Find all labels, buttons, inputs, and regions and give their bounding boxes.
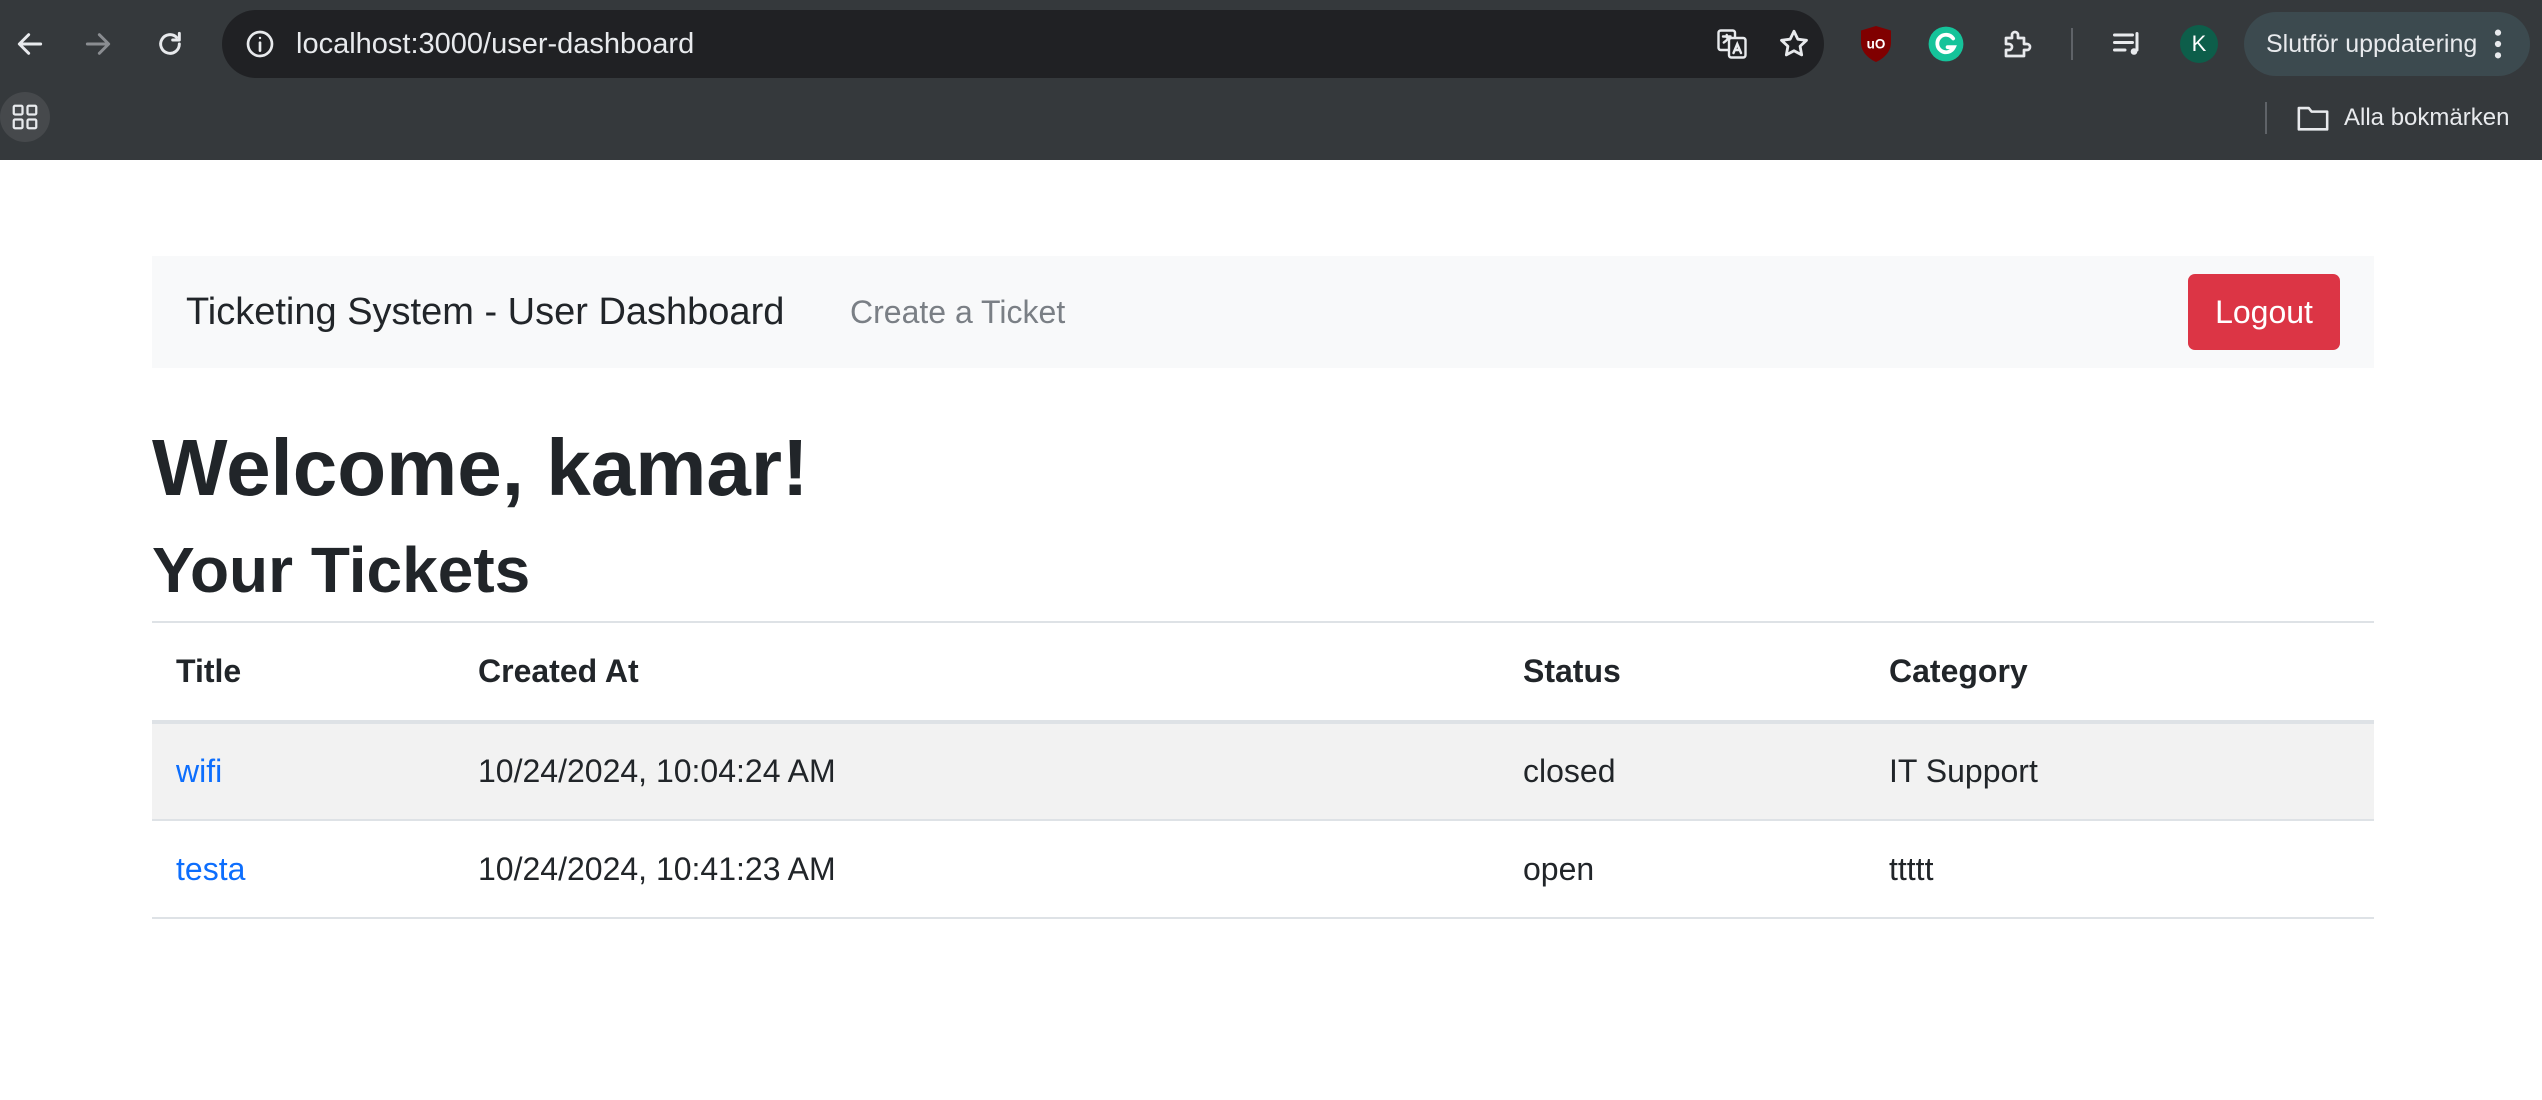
site-info-icon <box>246 30 274 58</box>
ticket-status: open <box>1523 850 1595 887</box>
app-navbar: Ticketing System - User Dashboard Create… <box>152 256 2374 368</box>
all-bookmarks-button[interactable]: Alla bokmärken <box>2296 98 2509 138</box>
folder-icon <box>2297 106 2329 131</box>
back-button[interactable] <box>0 14 60 74</box>
grammarly-extension[interactable] <box>1922 20 1970 68</box>
column-header-created-at: Created At <box>454 621 1499 724</box>
create-ticket-link[interactable]: Create a Ticket <box>850 256 1065 368</box>
browser-chrome: localhost:3000/user-dashboard uO K Slutf… <box>0 0 2542 160</box>
address-bar[interactable]: localhost:3000/user-dashboard <box>222 10 1824 78</box>
ticket-status: closed <box>1523 753 1616 789</box>
extensions-button[interactable] <box>1994 20 2042 68</box>
toolbar-divider <box>2071 28 2073 60</box>
extensions-puzzle-icon <box>2004 30 2032 58</box>
url-text[interactable]: localhost:3000/user-dashboard <box>296 10 694 78</box>
column-header-category: Category <box>1865 621 2374 724</box>
bookmarks-divider <box>2265 102 2267 134</box>
update-label: Slutför uppdatering <box>2266 30 2478 58</box>
ticket-title-link[interactable]: wifi <box>176 753 222 789</box>
svg-text:uO: uO <box>1867 37 1886 52</box>
ticket-title-cell: wifi <box>152 722 454 820</box>
profile-avatar[interactable]: K <box>2180 25 2218 63</box>
ticket-created-at: 10/24/2024, 10:41:23 AM <box>478 850 836 887</box>
media-control-button[interactable] <box>2104 20 2152 68</box>
ublock-extension[interactable]: uO <box>1852 20 1900 68</box>
browser-menu-button[interactable] <box>2476 22 2520 66</box>
translate-icon <box>1717 29 1747 59</box>
ublock-icon: uO <box>1861 26 1891 62</box>
reload-icon <box>159 31 181 55</box>
site-info-button[interactable] <box>240 24 280 64</box>
apps-button[interactable] <box>0 92 50 142</box>
kebab-menu-icon <box>2494 29 2502 59</box>
logout-button[interactable]: Logout <box>2188 274 2340 350</box>
forward-arrow-icon <box>85 33 111 55</box>
ticket-category: IT Support <box>1889 753 2038 789</box>
ticket-title-link[interactable]: testa <box>176 851 245 887</box>
grammarly-icon <box>1928 26 1964 62</box>
bookmark-star-icon <box>1780 29 1808 57</box>
reload-button[interactable] <box>140 14 200 74</box>
welcome-heading: Welcome, kamar! <box>152 423 809 512</box>
apps-grid-icon <box>12 104 38 130</box>
ticket-title-cell: testa <box>152 820 454 918</box>
media-queue-icon <box>2113 32 2139 55</box>
update-button[interactable]: Slutför uppdatering <box>2244 12 2530 76</box>
tickets-table: Title Created At Status Category wifi 10… <box>152 621 2374 919</box>
tickets-heading: Your Tickets <box>152 534 531 606</box>
ticket-created-at: 10/24/2024, 10:04:24 AM <box>478 753 836 789</box>
forward-button[interactable] <box>68 14 128 74</box>
bookmark-star-button[interactable] <box>1772 22 1816 66</box>
translate-button[interactable] <box>1710 22 1754 66</box>
table-row: testa 10/24/2024, 10:41:23 AM open ttttt <box>152 820 2374 918</box>
navbar-brand[interactable]: Ticketing System - User Dashboard <box>186 256 784 368</box>
table-row: wifi 10/24/2024, 10:04:24 AM closed IT S… <box>152 722 2374 820</box>
ticket-category: ttttt <box>1889 850 1934 887</box>
table-header-row: Title Created At Status Category <box>152 621 2374 724</box>
all-bookmarks-label: Alla bokmärken <box>2344 104 2510 131</box>
column-header-status: Status <box>1499 621 1865 724</box>
back-arrow-icon <box>17 33 43 55</box>
column-header-title: Title <box>152 621 454 724</box>
